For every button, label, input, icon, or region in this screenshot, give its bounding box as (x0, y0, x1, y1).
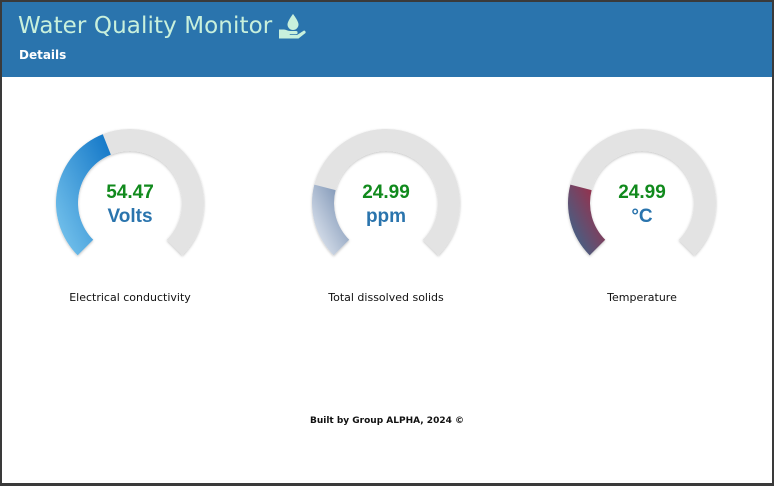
footer-credit: Built by Group ALPHA, 2024 © (309, 416, 464, 426)
gauge-label-electrical-conductivity: Electrical conductivity (69, 291, 191, 304)
header-bar: Water Quality Monitor Details (2, 2, 772, 77)
gauge-value: 24.99 (618, 182, 666, 203)
gauge-value: 24.99 (362, 182, 410, 203)
page-subtitle: Details (19, 48, 67, 62)
gauge-total-dissolved-solids: 24.99 ppm (306, 128, 466, 278)
gauge-label-temperature: Temperature (607, 291, 677, 304)
gauge-temperature: 24.99 °C (562, 128, 722, 278)
page-title: Water Quality Monitor (18, 13, 306, 39)
gauge-electrical-conductivity: 54.47 Volts (50, 128, 210, 278)
gauge-unit: °C (631, 206, 653, 227)
gauge-value: 54.47 (106, 182, 154, 203)
gauge-unit: Volts (107, 206, 153, 227)
gauge-label-total-dissolved-solids: Total dissolved solids (328, 291, 444, 304)
app-window: Water Quality Monitor Details 54.47 Volt… (2, 2, 772, 483)
title-text: Water Quality Monitor (18, 13, 273, 39)
gauge-unit: ppm (365, 206, 407, 227)
water-drop-hand-icon (278, 13, 306, 39)
